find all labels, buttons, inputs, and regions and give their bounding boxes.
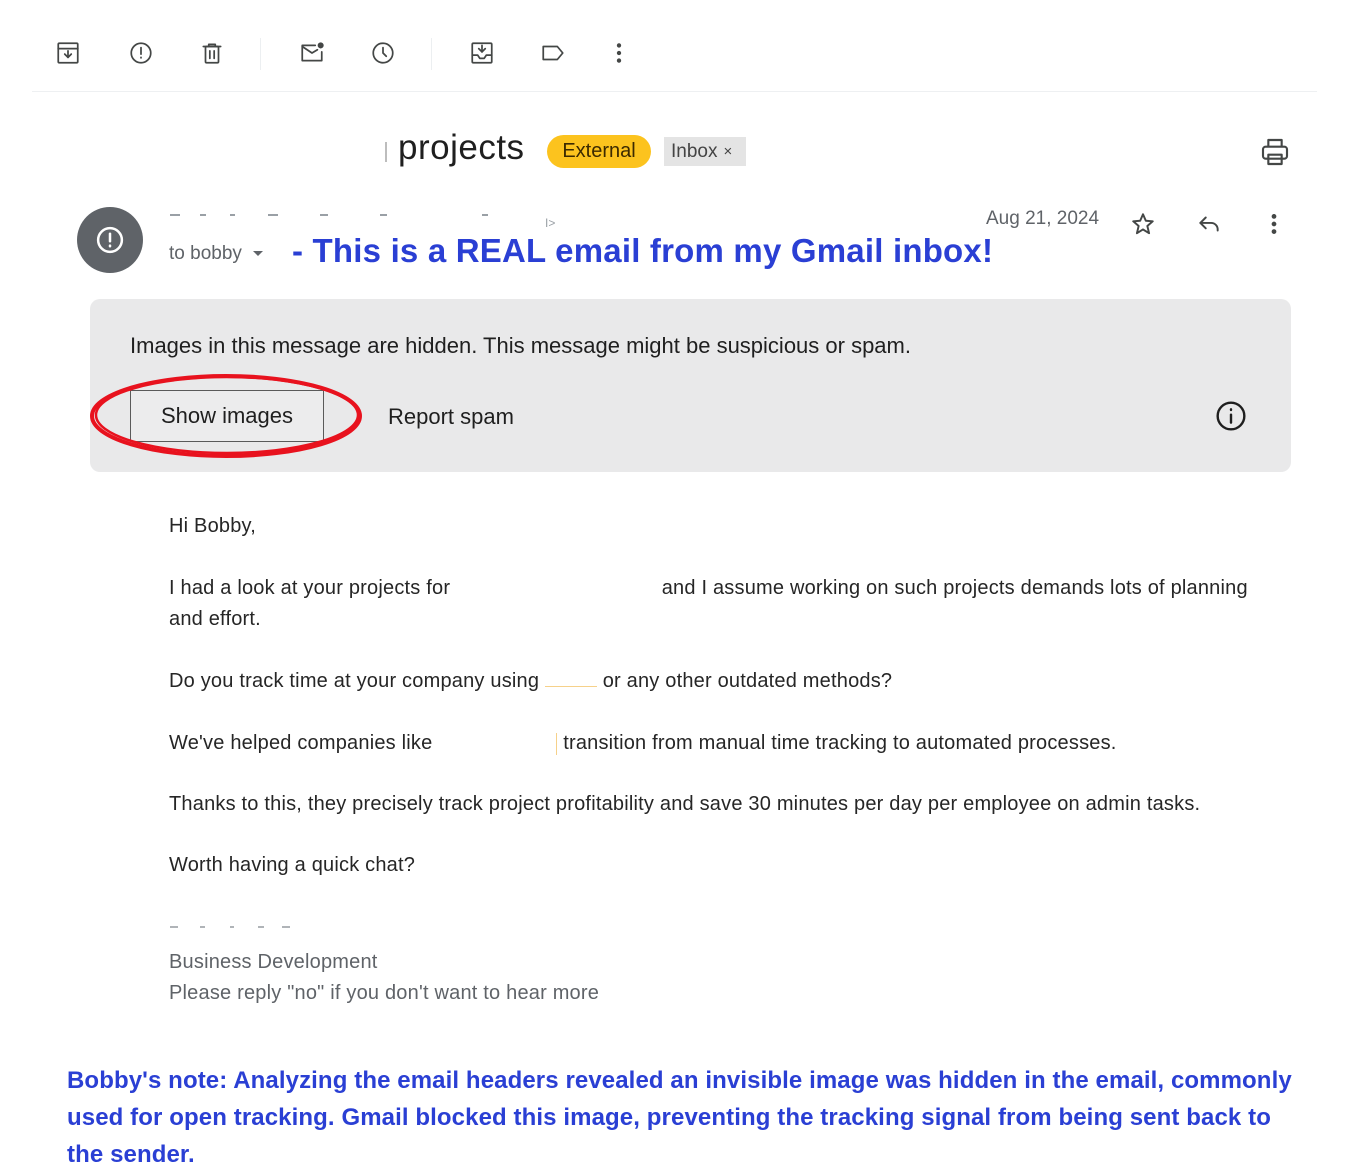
move-to-icon[interactable] — [465, 36, 499, 70]
mark-unread-icon[interactable] — [295, 36, 329, 70]
body-paragraph-4: Thanks to this, they precisely track pro… — [169, 793, 1201, 815]
body-paragraph-1-line-2: and effort. — [169, 608, 261, 630]
email-subject: projects — [398, 128, 525, 167]
report-spam-icon[interactable] — [124, 36, 158, 70]
toolbar-divider — [260, 38, 261, 70]
redacted-sender-email: I> — [545, 216, 556, 230]
show-images-button[interactable]: Show images — [130, 390, 324, 442]
inbox-label-chip[interactable]: Inbox × — [664, 137, 746, 166]
annotation-real-email: - This is a REAL email from my Gmail inb… — [292, 232, 994, 269]
body-text: or any other outdated methods? — [602, 670, 893, 692]
star-icon[interactable] — [1127, 208, 1159, 240]
redaction-mark — [556, 732, 558, 755]
warning-text: Images in this message are hidden. This … — [130, 333, 911, 358]
snooze-icon[interactable] — [366, 36, 400, 70]
recipient-details-toggle[interactable]: to bobby — [169, 243, 264, 265]
redacted-subject-fragment — [385, 142, 387, 162]
archive-icon[interactable] — [51, 36, 85, 70]
email-date: Aug 21, 2024 — [986, 208, 1100, 229]
body-text: I had a look at your projects for — [169, 577, 451, 599]
body-paragraph-5: Worth having a quick chat? — [169, 854, 416, 876]
remove-label-icon[interactable]: × — [723, 143, 732, 160]
message-more-icon[interactable] — [1258, 208, 1290, 240]
opt-out-line: Please reply "no" if you don't want to h… — [169, 982, 600, 1004]
toolbar-divider — [431, 38, 432, 70]
body-paragraph-1: I had a look at your projects for and I … — [169, 573, 1299, 604]
signature-title: Business Development — [169, 947, 378, 978]
label-icon[interactable] — [536, 36, 570, 70]
body-paragraph-3: We've helped companies like transition f… — [169, 728, 1117, 759]
body-greeting: Hi Bobby, — [169, 515, 257, 537]
body-text: transition from manual time tracking to … — [563, 732, 1117, 754]
external-badge: External — [547, 135, 651, 168]
body-text: and I assume working on such projects de… — [661, 577, 1248, 599]
recipient-label: to bobby — [169, 243, 242, 264]
redacted-signature-name — [170, 926, 295, 934]
redacted-tool-name — [544, 672, 597, 687]
chevron-down-icon — [252, 251, 263, 256]
body-text: Business Development — [169, 951, 378, 973]
sender-avatar[interactable] — [77, 207, 143, 273]
info-icon[interactable] — [1215, 400, 1247, 432]
report-spam-button[interactable]: Report spam — [366, 392, 536, 442]
hidden-images-warning — [90, 299, 1291, 472]
body-text: Do you track time at your company using — [169, 670, 540, 692]
more-vert-icon[interactable] — [602, 36, 636, 70]
delete-icon[interactable] — [195, 36, 229, 70]
bobbys-note: Bobby's note: Analyzing the email header… — [67, 1067, 1292, 1168]
reply-icon[interactable] — [1193, 208, 1225, 240]
alert-icon — [96, 226, 124, 254]
toolbar-border — [32, 91, 1317, 92]
inbox-label-text: Inbox — [671, 140, 718, 162]
body-text: We've helped companies like — [169, 732, 433, 754]
print-icon[interactable] — [1259, 136, 1291, 168]
redacted-sender-name — [170, 214, 500, 218]
body-paragraph-2: Do you track time at your company using … — [169, 666, 892, 697]
